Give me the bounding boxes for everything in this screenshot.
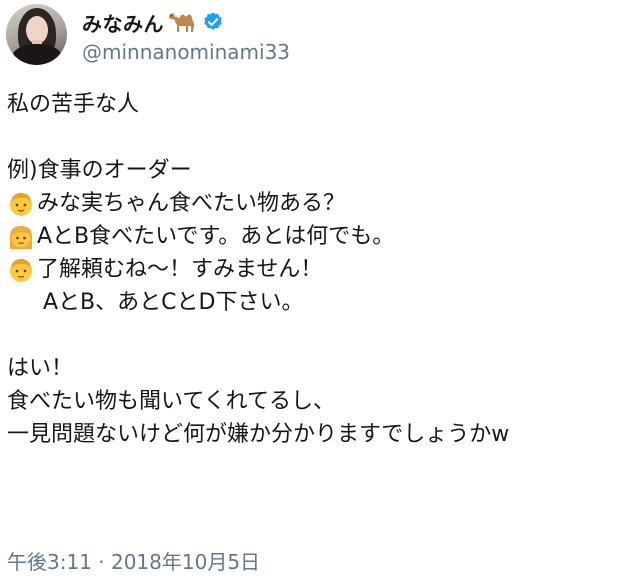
tweet-line: はい！ [7,356,74,381]
name-row: みなみん [82,8,224,36]
man-icon [10,192,32,216]
tweet-line-text: みな実ちゃん食べたい物ある？ [37,191,346,216]
avatar[interactable] [6,4,67,65]
tweet-line: 例)食事のオーダー [7,158,192,183]
woman-icon [9,225,33,249]
tweet-line: 一見問題ないけど何が嫌か分かりますでしょうかw [7,422,510,447]
tweet-line-text: AとB食べたいです。あとは何でも。 [37,224,395,249]
tweet-line: 私の苦手な人 [7,92,140,117]
tweet-header: みなみん @minnanominami33 [6,4,616,66]
man-icon [10,258,32,282]
tweet-text: 私の苦手な人 例)食事のオーダー みな実ちゃん食べたい物ある？ AとB食べたいで… [7,88,619,451]
camel-icon [169,13,195,33]
tweet-line: みな実ちゃん食べたい物ある？ [7,187,619,220]
user-handle[interactable]: @minnanominami33 [82,40,290,64]
tweet-timestamp[interactable]: 午後3:11 · 2018年10月5日 [7,546,260,575]
display-name[interactable]: みなみん [82,8,164,37]
tweet-line: AとB食べたいです。あとは何でも。 [7,220,619,253]
tweet-line: 了解頼むね〜！すみません！ [7,253,619,286]
verified-icon [204,12,222,30]
tweet-line-text: 了解頼むね〜！すみません！ [37,257,323,282]
tweet-line: AとB、あとCとD下さい。 [43,290,304,315]
tweet-line: 食べたい物も聞いてくれてるし、 [7,389,336,414]
